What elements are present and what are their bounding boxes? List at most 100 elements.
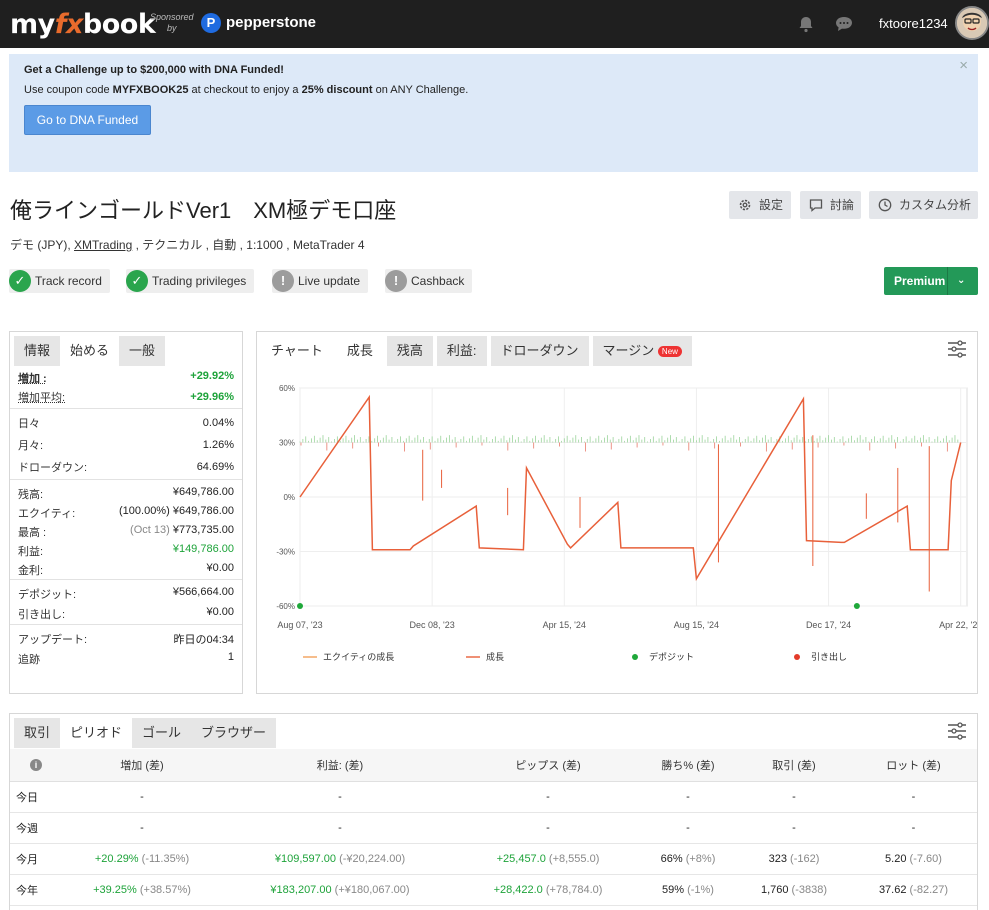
chart-settings-icon[interactable]: [947, 340, 967, 358]
account-info-panel: 情報 始める 一般 増加 : +29.92% 増加平均: +29.96% 日々 0.0…: [9, 331, 243, 694]
tab-chart[interactable]: チャート: [261, 336, 333, 366]
cell-pips: +25,457.0 (+8,555.0): [458, 843, 638, 875]
x-tick-label: Dec 08, '23: [410, 620, 455, 630]
cell-trades: 323 (-162): [738, 843, 850, 875]
tab-getting-started[interactable]: 始める: [60, 336, 120, 366]
period-label: 今月: [10, 843, 62, 875]
pepperstone-logo-icon[interactable]: P: [201, 13, 221, 33]
cell-profit: ¥183,207.00 (+¥180,067.00): [222, 874, 458, 906]
tab-margin[interactable]: マージン New: [592, 336, 692, 366]
tab-goals[interactable]: ゴール: [132, 718, 192, 748]
settings-button[interactable]: 設定: [729, 191, 791, 219]
cell-win: -: [638, 812, 738, 844]
discuss-button[interactable]: 討論: [800, 191, 861, 219]
new-badge: New: [657, 346, 682, 357]
cell-lots: -: [850, 812, 977, 844]
x-tick-label: Apr 15, '24: [543, 620, 586, 630]
premium-button[interactable]: Premium ⌄: [884, 267, 978, 295]
broker-link[interactable]: XMTrading: [74, 238, 132, 252]
legend-label: デポジット: [649, 651, 694, 662]
col-trades: 取引 (差): [738, 749, 850, 782]
table-settings-icon[interactable]: [947, 722, 967, 740]
col-gain: 増加 (差): [62, 749, 222, 782]
period-label: 今日: [10, 781, 62, 813]
period-panel: 取引 ピリオド ゴール ブラウザー i 増加 (差) 利益: (差) ピップス …: [9, 713, 978, 910]
col-pips: ピップス (差): [458, 749, 638, 782]
stat-daily: 日々 0.04%: [18, 417, 234, 430]
period-label: 今週: [10, 812, 62, 844]
top-navbar: myfxbook Sponsored by P pepperstone fxtoo…: [0, 0, 989, 48]
period-row: 今月 +20.29% (-11.35%) ¥109,597.00 (-¥20,224…: [10, 843, 977, 875]
live-update-badge[interactable]: ! Live update: [272, 269, 369, 293]
chat-icon[interactable]: [834, 15, 854, 33]
stat-tracking: 追跡 1: [18, 651, 234, 666]
cell-lots: 37.62 (-82.27): [850, 874, 977, 906]
stat-highest: 最高 : (Oct 13) ¥773,735.00: [18, 524, 234, 539]
info-icon[interactable]: i: [30, 758, 42, 771]
y-tick-label: -30%: [276, 548, 295, 557]
y-tick-label: -60%: [276, 602, 295, 611]
stat-drawdown: ドローダウン: 64.69%: [18, 461, 234, 474]
tab-profit[interactable]: 利益:: [436, 336, 487, 366]
cell-profit: ¥109,597.00 (-¥20,224.00): [222, 843, 458, 875]
stat-updated: アップデート: 昨日の04:34: [18, 634, 234, 646]
cashback-badge[interactable]: ! Cashback: [385, 269, 473, 293]
growth-chart[interactable]: 60% 30% 0% -30% -60% Aug 07, '23 Dec 08, '23 Ap…: [257, 372, 977, 692]
promo-headline: Get a Challenge up to $200,000 with DNA …: [24, 64, 284, 76]
account-details: デモ (JPY), XMTrading , テクニカル , 自動 , 1:100…: [10, 238, 365, 252]
stat-balance: 残高: ¥649,786.00: [18, 486, 234, 501]
x-tick-label: Aug 07, '23: [277, 620, 322, 630]
cell-profit: -: [222, 812, 458, 844]
chevron-down-icon[interactable]: ⌄: [957, 267, 965, 295]
period-row: 今週 - - - - - -: [10, 812, 977, 844]
track-record-badge: ✓ Track record: [9, 269, 110, 293]
close-icon[interactable]: ×: [959, 57, 968, 74]
cell-gain: +39.25% (+38.57%): [62, 874, 222, 906]
check-icon: ✓: [126, 270, 148, 292]
stat-abs-gain: 増加平均: +29.96%: [18, 391, 234, 404]
chart-panel: チャート 成長 残高 利益: ドローダウン マージン New 60% 30% 0% -…: [256, 331, 978, 694]
cell-win: 66% (+8%): [638, 843, 738, 875]
tab-drawdown[interactable]: ドローダウン: [490, 336, 589, 366]
tab-trades[interactable]: 取引: [14, 718, 61, 748]
legend-label: エクイティの成長: [323, 651, 394, 662]
period-table: i 増加 (差) 利益: (差) ピップス (差) 勝ち% (差) 取引 (差)…: [10, 749, 977, 906]
stat-interest: 金利: ¥0.00: [18, 562, 234, 577]
cell-gain: -: [62, 812, 222, 844]
pepperstone-name[interactable]: pepperstone: [226, 14, 316, 31]
go-to-dna-funded-button[interactable]: Go to DNA Funded: [24, 105, 151, 135]
y-tick-label: 30%: [279, 439, 295, 448]
tab-balance[interactable]: 残高: [386, 336, 433, 366]
exclamation-icon: !: [385, 270, 407, 292]
col-win: 勝ち% (差): [638, 749, 738, 782]
myfxbook-logo[interactable]: myfxbook: [10, 9, 156, 40]
period-row: 今日 - - - - - -: [10, 781, 977, 813]
tab-growth[interactable]: 成長: [336, 336, 383, 366]
period-row: 今年 +39.25% (+38.57%) ¥183,207.00 (+¥180,06…: [10, 874, 977, 906]
cell-trades: 1,760 (-3838): [738, 874, 850, 906]
deposit-point: [853, 603, 860, 609]
cell-pips: +28,422.0 (+78,784.0): [458, 874, 638, 906]
custom-analysis-button[interactable]: カスタム分析: [869, 191, 978, 219]
username[interactable]: fxtoore1234: [879, 16, 948, 31]
bell-icon[interactable]: [797, 15, 815, 33]
user-avatar[interactable]: [955, 6, 989, 40]
tab-general[interactable]: 一般: [119, 336, 166, 366]
stat-withdrawals: 引き出し: ¥0.00: [18, 606, 234, 621]
legend-label: 成長: [486, 651, 504, 662]
gear-icon: [739, 199, 751, 211]
y-tick-label: 60%: [279, 384, 295, 393]
stat-profit: 利益: ¥149,786.00: [18, 543, 234, 558]
deposit-point: [297, 603, 303, 609]
y-tick-label: 0%: [283, 493, 295, 502]
cell-trades: -: [738, 812, 850, 844]
tab-period[interactable]: ピリオド: [60, 718, 133, 748]
cell-profit: -: [222, 781, 458, 813]
legend-label: 引き出し: [811, 651, 847, 662]
tab-browsers[interactable]: ブラウザー: [191, 718, 277, 748]
trading-privileges-badge: ✓ Trading privileges: [126, 269, 255, 293]
cell-lots: 5.20 (-7.60): [850, 843, 977, 875]
legend-swatch: [632, 654, 638, 660]
stat-monthly: 月々: 1.26%: [18, 439, 234, 452]
tab-info[interactable]: 情報: [14, 336, 61, 366]
